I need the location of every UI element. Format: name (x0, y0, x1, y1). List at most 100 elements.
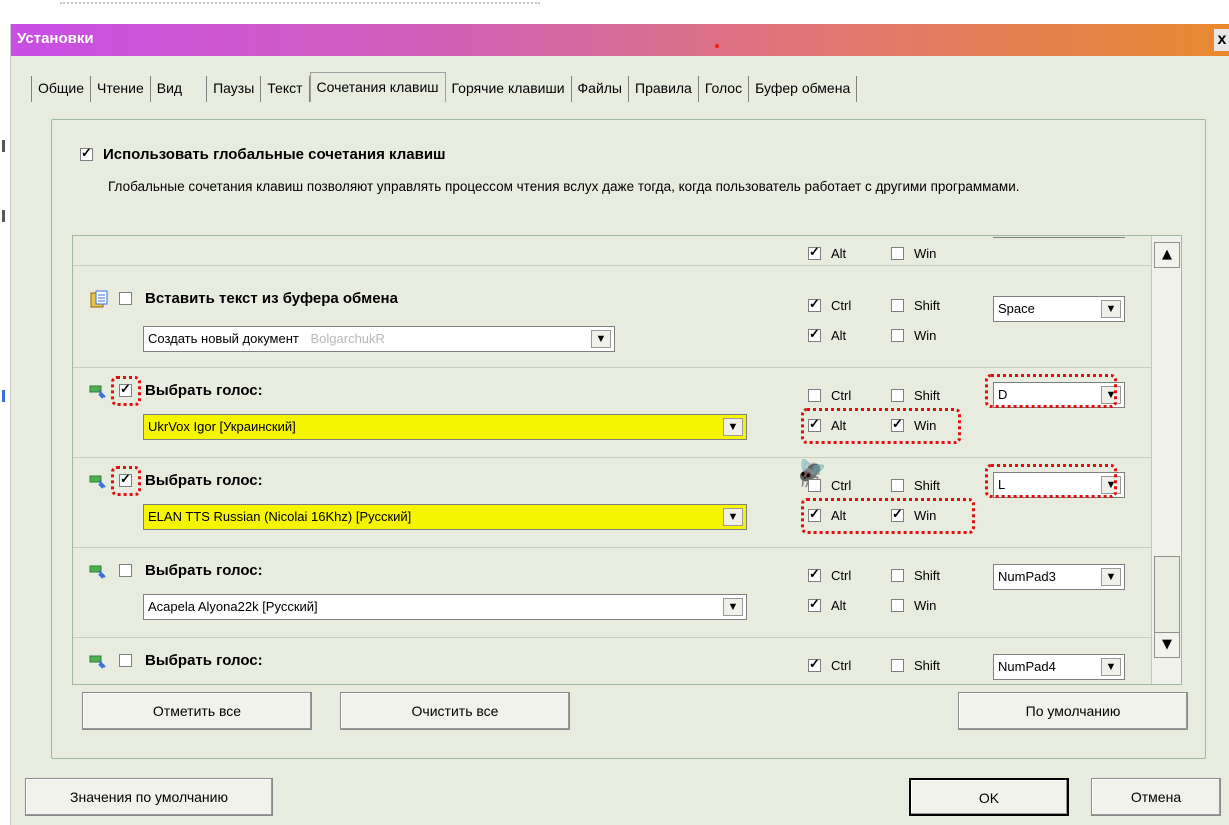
shift-option[interactable]: Shift (891, 478, 940, 493)
ctrl-option[interactable]: Ctrl (808, 656, 851, 673)
scroll-up-icon[interactable]: ▲ (1154, 242, 1180, 268)
chevron-down-icon[interactable]: ▼ (1101, 386, 1121, 404)
key-select[interactable]: Space ▼ (993, 296, 1125, 322)
page-defaults-button[interactable]: По умолчанию (958, 692, 1188, 730)
desktop-ghost-text (60, 2, 540, 10)
select-value: UkrVox Igor [Украинский] (148, 419, 296, 434)
list-item-voice-partial: Выбрать голос: Ctrl Shift NumPad4 ▼ (73, 638, 1153, 684)
ctrl-option[interactable]: Ctrl (808, 296, 852, 313)
win-option[interactable]: Win (891, 246, 936, 261)
tab-general[interactable]: Общие (31, 76, 92, 102)
chevron-down-icon[interactable]: ▼ (1101, 300, 1121, 318)
settings-window: Установки x Общие Чтение Вид Паузы Текст… (10, 24, 1229, 825)
alt-option[interactable]: Alt (808, 506, 846, 523)
win-option[interactable]: Win (891, 598, 936, 613)
restore-defaults-button[interactable]: Значения по умолчанию (25, 778, 273, 816)
close-button[interactable]: x (1214, 29, 1229, 51)
win-option[interactable]: Win (891, 506, 936, 523)
document-select[interactable]: Создать новый документ BolgarchukR ▼ (143, 326, 615, 352)
key-select[interactable]: D ▼ (993, 382, 1125, 408)
ok-button[interactable]: OK (909, 778, 1069, 816)
enable-checkbox[interactable] (119, 564, 132, 577)
ctrl-checkbox[interactable] (808, 479, 821, 492)
tab-clipboard[interactable]: Буфер обмена (749, 76, 858, 102)
shift-checkbox[interactable] (891, 299, 904, 312)
chevron-down-icon[interactable]: ▼ (1101, 476, 1121, 494)
alt-option[interactable]: Alt (808, 244, 846, 261)
win-label: Win (914, 246, 937, 261)
win-checkbox[interactable] (891, 506, 904, 522)
ctrl-checkbox[interactable] (808, 656, 821, 672)
chevron-down-icon[interactable]: ▼ (1101, 658, 1121, 676)
tab-rules[interactable]: Правила (629, 76, 699, 102)
tab-shortcuts[interactable]: Сочетания клавиш (309, 72, 446, 102)
cancel-button[interactable]: Отмена (1091, 778, 1221, 816)
key-select[interactable]: L ▼ (993, 472, 1125, 498)
enable-checkbox[interactable] (119, 292, 132, 305)
shift-option[interactable]: Shift (891, 658, 940, 673)
ctrl-option[interactable]: Ctrl (808, 566, 851, 583)
alt-checkbox[interactable] (808, 244, 821, 260)
chevron-down-icon[interactable]: ▼ (723, 418, 743, 436)
voice-icon (89, 655, 106, 669)
voice-icon (89, 565, 106, 579)
alt-checkbox[interactable] (808, 326, 821, 342)
win-checkbox[interactable] (891, 329, 904, 342)
select-value: Создать новый документ (148, 331, 299, 346)
alt-checkbox[interactable] (808, 506, 821, 522)
ctrl-label: Ctrl (831, 298, 852, 313)
alt-checkbox[interactable] (808, 416, 821, 432)
shift-checkbox[interactable] (891, 479, 904, 492)
shift-option[interactable]: Shift (891, 568, 940, 583)
chevron-down-icon[interactable]: ▼ (723, 598, 743, 616)
list-scrollbar[interactable]: ▲ ▼ (1151, 236, 1181, 684)
ctrl-checkbox[interactable] (808, 566, 821, 582)
alt-option[interactable]: Alt (808, 416, 846, 433)
tab-reading[interactable]: Чтение (91, 76, 151, 102)
win-option[interactable]: Win (891, 416, 936, 433)
tab-text[interactable]: Текст (261, 76, 310, 102)
voice-select[interactable]: ELAN TTS Russian (Nicolai 16Khz) [Русски… (143, 504, 747, 530)
tab-files[interactable]: Файлы (571, 76, 629, 102)
voice-select[interactable]: Acapela Alyona22k [Русский] ▼ (143, 594, 747, 620)
tab-pauses[interactable]: Паузы (207, 76, 262, 102)
window-title: Установки (17, 30, 94, 47)
chevron-down-icon[interactable]: ▼ (723, 508, 743, 526)
ctrl-option[interactable]: Ctrl (808, 478, 851, 493)
clear-all-button[interactable]: Очистить все (340, 692, 570, 730)
win-checkbox[interactable] (891, 599, 904, 612)
item-label: Выбрать голос: (145, 382, 263, 399)
win-checkbox[interactable] (891, 247, 904, 260)
title-bar[interactable]: Установки x (11, 24, 1229, 56)
chevron-down-icon[interactable]: ▼ (591, 330, 611, 348)
shift-option[interactable]: Shift (891, 298, 940, 313)
global-shortcuts-checkbox[interactable] (80, 145, 93, 161)
win-checkbox[interactable] (891, 416, 904, 432)
key-select[interactable]: NumPad4 ▼ (993, 654, 1125, 680)
win-option[interactable]: Win (891, 328, 936, 343)
enable-checkbox[interactable] (119, 381, 132, 397)
scroll-down-icon[interactable]: ▼ (1154, 632, 1180, 658)
alt-option[interactable]: Alt (808, 596, 846, 613)
voice-select[interactable]: UkrVox Igor [Украинский] ▼ (143, 414, 747, 440)
global-shortcuts-label: Использовать глобальные сочетания клавиш (103, 146, 446, 163)
enable-checkbox[interactable] (119, 471, 132, 487)
shift-option[interactable]: Shift (891, 388, 940, 403)
alt-option[interactable]: Alt (808, 326, 846, 343)
shift-checkbox[interactable] (891, 569, 904, 582)
shift-checkbox[interactable] (891, 659, 904, 672)
tab-view[interactable]: Вид (150, 76, 208, 102)
check-all-button[interactable]: Отметить все (82, 692, 312, 730)
chevron-down-icon[interactable]: ▼ (1101, 568, 1121, 586)
key-select[interactable]: NumPad3 ▼ (993, 564, 1125, 590)
ctrl-checkbox[interactable] (808, 296, 821, 312)
ctrl-checkbox[interactable] (808, 389, 821, 402)
alt-checkbox[interactable] (808, 596, 821, 612)
item-label: Выбрать голос: (145, 652, 263, 669)
tab-hotkeys[interactable]: Горячие клавиши (445, 76, 572, 102)
global-shortcuts-option[interactable]: Использовать глобальные сочетания клавиш (80, 145, 446, 163)
ctrl-option[interactable]: Ctrl (808, 388, 851, 403)
shift-checkbox[interactable] (891, 389, 904, 402)
enable-checkbox[interactable] (119, 654, 132, 667)
tab-voice[interactable]: Голос (698, 76, 750, 102)
